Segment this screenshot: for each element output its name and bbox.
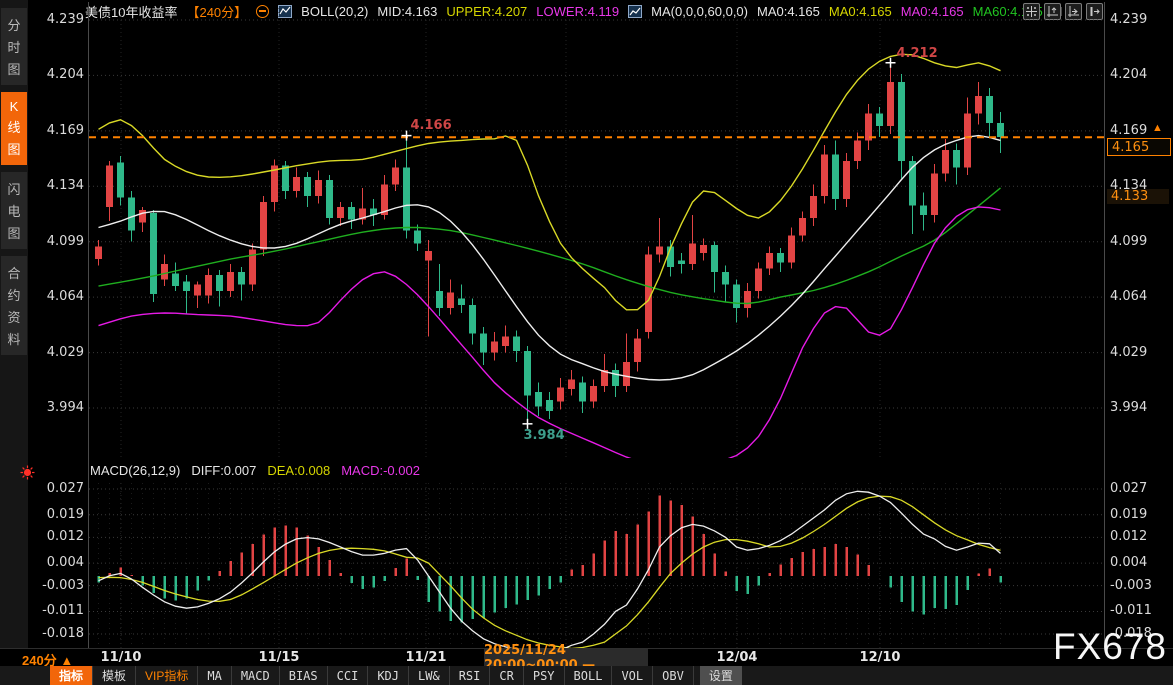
axis-tick: -0.018 (30, 626, 84, 641)
axis-tick: 0.019 (30, 507, 84, 522)
axis-tick: 4.239 (30, 12, 84, 27)
toolbar-button-13[interactable]: VOL (612, 666, 653, 685)
indicator-alert-icon[interactable] (20, 465, 35, 485)
axis-tick: 4.204 (1110, 67, 1170, 82)
axis-tick: -0.011 (30, 603, 84, 618)
axis-tick: 0.004 (1110, 555, 1170, 570)
indicator-toolbar: 指标模板VIP指标MAMACDBIASCCIKDJLW&RSICRPSYBOLL… (0, 666, 1173, 685)
axis-tick: 0.027 (1110, 481, 1170, 496)
toolbar-button-12[interactable]: BOLL (565, 666, 613, 685)
axis-tick: -0.011 (1110, 603, 1170, 618)
toolbar-button-14[interactable]: OBV (653, 666, 694, 685)
toolbar-button-6[interactable]: CCI (328, 666, 369, 685)
secondary-price-badge: 4.133 (1107, 189, 1169, 204)
toolbar-button-8[interactable]: LW& (409, 666, 450, 685)
axis-tick: 4.239 (1110, 12, 1170, 27)
price-up-arrow-icon: ▲ (1152, 122, 1163, 134)
axis-tick: 0.012 (30, 529, 84, 544)
axis-tick: 4.169 (30, 123, 84, 138)
toolbar-button-11[interactable]: PSY (524, 666, 565, 685)
macd-dea-value: DEA:0.008 (267, 463, 330, 478)
candlestick-macd-chart[interactable] (0, 0, 1173, 685)
axis-tick: 3.994 (30, 400, 84, 415)
toolbar-button-3[interactable]: MA (198, 666, 231, 685)
toolbar-button-10[interactable]: CR (490, 666, 523, 685)
toolbar-button-4[interactable]: MACD (232, 666, 280, 685)
axis-tick: 4.099 (30, 234, 84, 249)
toolbar-button-9[interactable]: RSI (450, 666, 491, 685)
axis-tick: 4.204 (30, 67, 84, 82)
time-axis-label: 12/10 (860, 650, 901, 665)
high-price-marker-label: 4.166 (411, 118, 452, 133)
toolbar-button-2[interactable]: VIP指标 (136, 666, 198, 685)
toolbar-button-7[interactable]: KDJ (368, 666, 409, 685)
toolbar-button-15[interactable]: 设置 (700, 666, 742, 685)
time-axis: 240分 ▲ 2025/11/24 20:00~00:00 — 11/1011/… (0, 648, 1173, 667)
axis-tick: 0.019 (1110, 507, 1170, 522)
toolbar-button-0[interactable]: 指标 (50, 666, 93, 685)
high-price-marker-label: 4.212 (897, 46, 938, 61)
watermark: FX678 (1053, 626, 1167, 668)
axis-tick: 4.029 (30, 345, 84, 360)
time-axis-label: 12/04 (717, 650, 758, 665)
axis-tick: 4.029 (1110, 345, 1170, 360)
axis-tick: 0.027 (30, 481, 84, 496)
axis-tick: -0.003 (1110, 578, 1170, 593)
axis-tick: 0.012 (1110, 529, 1170, 544)
toolbar-button-1[interactable]: 模板 (93, 666, 136, 685)
time-axis-label: 11/15 (259, 650, 300, 665)
macd-header: MACD(26,12,9) DIFF:0.007 DEA:0.008 MACD:… (90, 463, 420, 478)
time-axis-label: 11/21 (406, 650, 447, 665)
axis-tick: 4.134 (30, 178, 84, 193)
axis-tick: 3.994 (1110, 400, 1170, 415)
macd-value: MACD:-0.002 (341, 463, 420, 478)
low-price-marker-label: 3.984 (524, 428, 565, 443)
axis-tick: 4.099 (1110, 234, 1170, 249)
trading-terminal: 分时图K线图闪电图合约资料 美债10年收益率 【240分】 BOLL(20,2)… (0, 0, 1173, 685)
macd-diff-value: DIFF:0.007 (191, 463, 256, 478)
current-price-badge: 4.165 (1107, 138, 1171, 156)
axis-tick: 4.064 (1110, 289, 1170, 304)
axis-tick: 4.064 (30, 289, 84, 304)
macd-name: MACD(26,12,9) (90, 463, 180, 478)
axis-tick: -0.003 (30, 578, 84, 593)
time-axis-label: 11/10 (101, 650, 142, 665)
axis-tick: 0.004 (30, 555, 84, 570)
toolbar-button-5[interactable]: BIAS (280, 666, 328, 685)
selected-time-badge: 2025/11/24 20:00~00:00 — (484, 649, 648, 666)
